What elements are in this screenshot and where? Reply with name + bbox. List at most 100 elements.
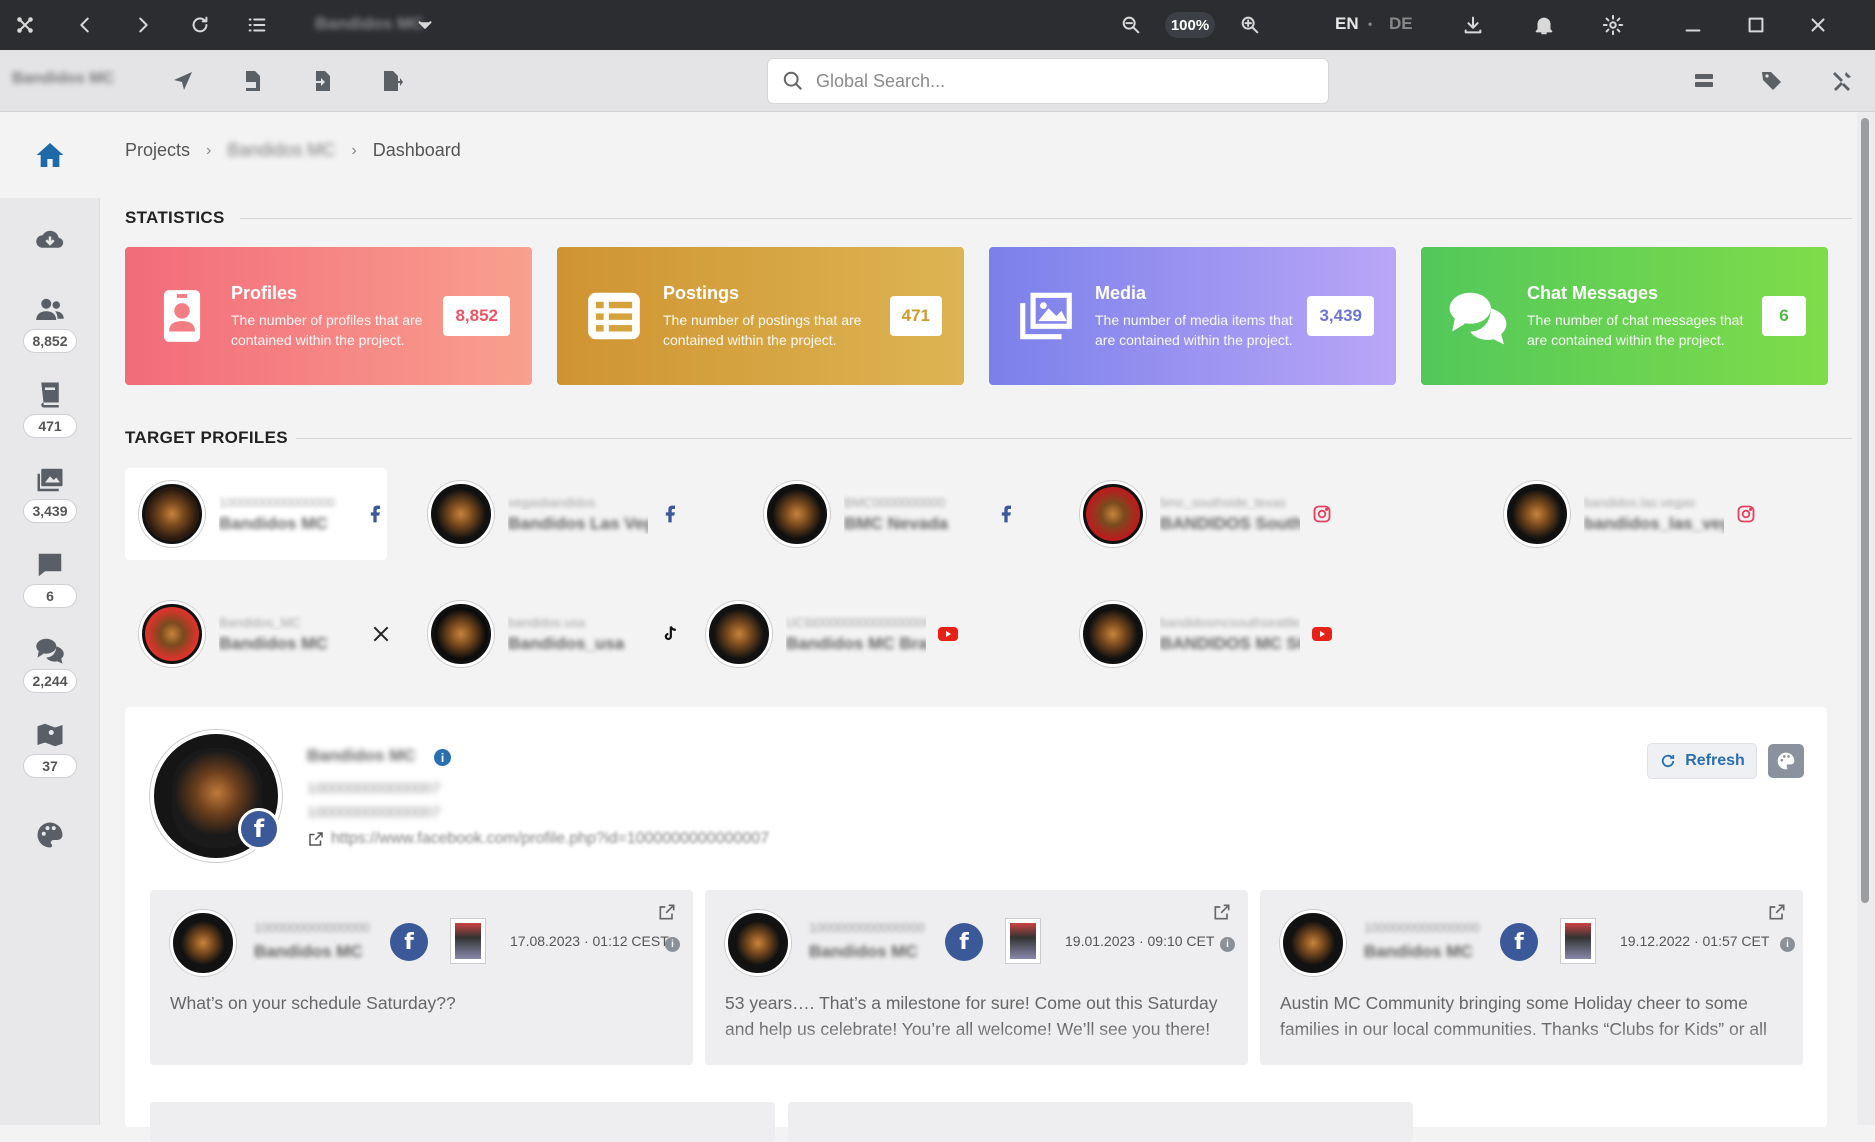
post-card[interactable] [150,1102,775,1142]
info-icon[interactable]: i [434,749,451,766]
refresh-button[interactable]: Refresh [1647,743,1757,779]
info-icon[interactable]: i [1220,937,1235,952]
forward-icon[interactable] [120,0,166,50]
chevron-down-icon[interactable] [402,0,448,50]
profile-id: 1000000000000007 [307,780,441,797]
sidebar-item-locations[interactable]: 37 [0,720,100,778]
divider [296,438,1852,439]
tag-icon[interactable] [1757,66,1787,96]
breadcrumb-projects[interactable]: Projects [125,140,190,161]
target-profiles-heading: TARGET PROFILES [125,428,288,447]
chat-bubbles-card-icon [1443,281,1513,351]
pdf-export-icon[interactable] [237,66,267,96]
post-avatar [1280,910,1346,976]
post-card[interactable]: 1000000000000000 Bandidos MC f 17.08.2023 ·… [150,890,693,1065]
back-icon[interactable] [62,0,108,50]
target-profile-name: BMC Nevada [844,513,948,533]
post-thumbnail[interactable] [1560,918,1596,964]
info-icon[interactable]: i [1780,937,1795,952]
post-thumbnail[interactable] [450,918,486,964]
target-profile-item[interactable]: bandidosmcsouthseattle BANDIDOS MC SOUTH … [1066,588,1576,680]
reload-icon[interactable] [177,0,223,50]
export-icon[interactable] [377,66,407,96]
sidebar-item-comments[interactable]: 2,244 [0,635,100,693]
sidebar-item-palette[interactable] [0,820,100,850]
stat-value: 3,439 [1307,296,1374,336]
post-avatar [170,910,236,976]
zoom-out-icon[interactable] [1108,0,1154,50]
minimize-icon[interactable] [1670,0,1716,50]
sidebar-item-profiles[interactable]: 8,852 [0,295,100,353]
import-icon[interactable] [307,66,337,96]
target-profile-name: Bandidos MC Brazil [786,633,926,653]
target-profile-item[interactable]: 1000000000000000 Bandidos MC [125,468,387,560]
profile-id-secondary: 1000000000000007 [307,804,441,821]
search-icon [783,71,802,90]
target-profile-avatar [764,481,830,547]
zoom-level[interactable]: 100% [1165,12,1215,38]
maximize-icon[interactable] [1733,0,1779,50]
tools-icon[interactable] [1827,66,1857,96]
target-profile-avatar [1080,481,1146,547]
stat-card-chat-messages[interactable]: Chat Messages The number of chat messages… [1421,247,1828,385]
target-profile-avatar [706,601,772,667]
facebook-icon [994,502,1018,526]
target-profile-name: Bandidos Las Vegas [508,513,648,533]
instagram-icon [1734,502,1758,526]
stat-card-postings[interactable]: Postings The number of postings that are … [557,247,964,385]
sidebar-item-home[interactable] [0,112,100,198]
profile-url[interactable]: https://www.facebook.com/profile.php?id=… [307,830,769,848]
palette-button[interactable] [1768,744,1804,778]
sidebar-item-postings[interactable]: 471 [0,380,100,438]
target-profile-name: Bandidos_usa [508,633,625,653]
target-profile-avatar [1080,601,1146,667]
profile-card-icon [147,281,217,351]
chats-count-badge: 6 [23,584,77,608]
info-icon[interactable]: i [665,937,680,952]
target-profile-avatar [139,481,205,547]
bell-icon[interactable] [1521,0,1567,50]
target-profile-avatar [139,601,205,667]
stat-card-media[interactable]: Media The number of media items that are … [989,247,1396,385]
target-profile-name: Bandidos MC [219,633,328,653]
database-icon[interactable] [1689,66,1719,96]
external-link-icon [309,832,323,846]
external-link-icon[interactable] [657,902,679,924]
list-icon[interactable] [234,0,280,50]
sidebar-item-media[interactable]: 3,439 [0,465,100,523]
target-profile-id: vegasbandidos [508,494,596,510]
target-profile-id: Bandidos_MC [219,614,301,630]
book-icon [41,382,59,408]
sidebar-item-cloud[interactable] [0,224,100,254]
target-profile-id: BMC0000000000 [844,494,946,510]
app-logo-icon[interactable] [2,0,48,50]
sidebar-item-chats[interactable]: 6 [0,550,100,608]
youtube-icon [936,622,960,646]
external-link-icon[interactable] [1767,902,1789,924]
stat-value: 6 [1762,296,1806,336]
stat-card-profiles[interactable]: Profiles The number of profiles that are … [125,247,532,385]
post-date: 19.01.2023 · 09:10 CET [1065,933,1215,949]
map-icon [37,723,63,747]
gear-icon[interactable] [1590,0,1636,50]
breadcrumb-project[interactable]: Bandidos MC [227,140,335,161]
post-author-name: Bandidos MC [809,942,918,961]
post-card[interactable] [788,1102,1413,1142]
stat-desc: The number of postings that are containe… [663,311,862,348]
lang-de[interactable]: DE [1389,14,1413,34]
post-card[interactable]: 1000000000000000 Bandidos MC f 19.01.2023 ·… [705,890,1248,1065]
post-text: What’s on your schedule Saturday?? [170,993,456,1013]
zoom-in-icon[interactable] [1227,0,1273,50]
send-icon[interactable] [168,66,198,96]
target-profile-item[interactable]: bandidos.las.vegas bandidos_las_vegas [1490,468,1875,560]
post-card[interactable]: 1000000000000000 Bandidos MC f 19.12.2022 ·… [1260,890,1803,1065]
post-thumbnail[interactable] [1005,918,1041,964]
lang-en[interactable]: EN [1335,14,1359,34]
close-icon[interactable] [1795,0,1841,50]
media-count-badge: 3,439 [23,499,77,523]
external-link-icon[interactable] [1212,902,1234,924]
stat-title: Profiles [231,282,298,303]
download-icon[interactable] [1450,0,1496,50]
global-search[interactable]: Global Search... [767,58,1329,104]
statistics-heading: STATISTICS [125,208,225,227]
